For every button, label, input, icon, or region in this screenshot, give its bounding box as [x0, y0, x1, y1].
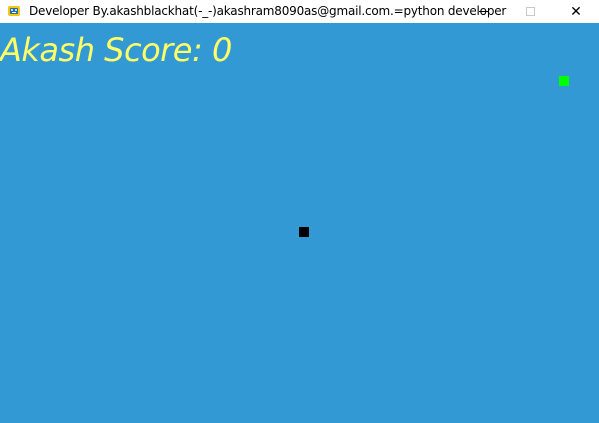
minimize-button[interactable]	[461, 0, 507, 23]
minimize-icon	[479, 11, 489, 12]
close-button[interactable]: ✕	[553, 0, 599, 23]
score-label: Akash Score: 0	[0, 31, 232, 69]
snake-head	[299, 227, 309, 237]
close-icon: ✕	[570, 3, 582, 20]
title-bar[interactable]: Developer By.akashblackhat(-_-)akashram8…	[0, 0, 599, 23]
maximize-icon	[525, 7, 535, 16]
maximize-button[interactable]	[507, 0, 553, 23]
game-window: Developer By.akashblackhat(-_-)akashram8…	[0, 0, 599, 423]
pygame-snake-icon	[8, 6, 20, 16]
window-title: Developer By.akashblackhat(-_-)akashram8…	[29, 4, 507, 18]
food-block	[559, 76, 569, 86]
game-canvas[interactable]: Akash Score: 0	[0, 23, 599, 423]
